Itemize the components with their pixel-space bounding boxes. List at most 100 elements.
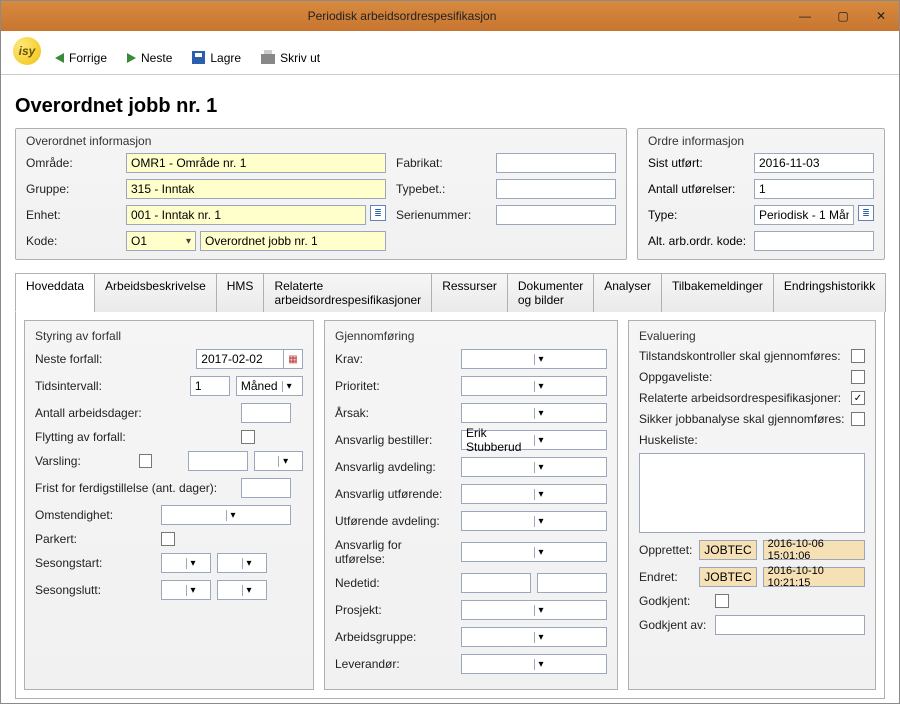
tab-arbeidsbeskrivelse[interactable]: Arbeidsbeskrivelse [94,273,217,312]
tab-hms[interactable]: HMS [216,273,265,312]
sesongstart-d[interactable]: ▾ [217,553,267,573]
sesongstart-label: Sesongstart: [35,556,155,570]
omrade-combo[interactable]: OMR1 - Område nr. 1 [126,153,386,173]
type-label: Type: [648,208,748,222]
gruppe-label: Gruppe: [26,182,116,196]
sesongslutt-label: Sesongslutt: [35,583,155,597]
calendar-icon[interactable]: ▦ [283,349,303,369]
huske-textarea[interactable] [639,453,865,533]
omst-combo[interactable]: ▾ [161,505,291,525]
antall-input[interactable] [754,179,874,199]
sesongstart-m[interactable]: ▾ [161,553,211,573]
overordnet-group: Overordnet informasjon Område: OMR1 - Om… [15,128,627,260]
prev-button[interactable]: Forrige [51,49,111,67]
frist-label: Frist for ferdigstillelse (ant. dager): [35,481,235,495]
tid-unit-combo[interactable]: Måned▾ [236,376,303,396]
enhet-label: Enhet: [26,208,116,222]
ordre-legend: Ordre informasjon [648,134,874,148]
enhet-lookup-icon[interactable]: ≣ [370,205,386,221]
maximize-button[interactable]: ▢ [833,9,853,23]
typebet-label: Typebet.: [396,182,486,196]
arsak-label: Årsak: [335,406,455,420]
serienr-input[interactable] [496,205,616,225]
ans-avd-label: Ansvarlig avdeling: [335,460,455,474]
arbgrp-combo[interactable]: ▾ [461,627,607,647]
utf-avd-combo[interactable]: ▾ [461,511,607,531]
neste-input[interactable] [196,349,284,369]
tab-endringshistorikk[interactable]: Endringshistorikk [773,273,886,312]
tab-analyser[interactable]: Analyser [593,273,662,312]
titlebar: Periodisk arbeidsordrespesifikasjon — ▢ … [1,1,899,31]
eval-panel: Evaluering Tilstandskontroller skal gjen… [628,320,876,690]
sikker-checkbox[interactable] [851,412,865,426]
typebet-input[interactable] [496,179,616,199]
antall-arb-input[interactable] [241,403,291,423]
arrow-right-icon [127,53,136,63]
prioritet-combo[interactable]: ▾ [461,376,607,396]
enhet-combo[interactable]: 001 - Inntak nr. 1 [126,205,366,225]
sikker-label: Sikker jobbanalyse skal gjennomføres: [639,412,845,426]
krav-combo[interactable]: ▾ [461,349,607,369]
gruppe-combo[interactable]: 315 - Inntak [126,179,386,199]
toolbar: Forrige Neste Lagre Skriv ut [1,41,899,75]
styring-legend: Styring av forfall [35,329,303,343]
antall-arb-label: Antall arbeidsdager: [35,406,235,420]
tab-hoveddata[interactable]: Hoveddata [15,273,95,312]
tab-strip: Hoveddata Arbeidsbeskrivelse HMS Relater… [15,272,885,312]
print-icon [261,54,275,64]
sesongslutt-d[interactable]: ▾ [217,580,267,600]
kode-combo[interactable]: O1▾ [126,231,196,251]
arsak-combo[interactable]: ▾ [461,403,607,423]
minimize-button[interactable]: — [795,9,815,23]
varsling-num[interactable] [188,451,248,471]
relat-checkbox[interactable]: ✓ [851,391,865,405]
window-title: Periodisk arbeidsordrespesifikasjon [9,9,795,23]
opprettet-label: Opprettet: [639,543,693,557]
kode-label: Kode: [26,234,116,248]
ans-utf-combo[interactable]: ▾ [461,484,607,504]
relat-label: Relaterte arbeidsordrespesifikasjoner: [639,391,845,405]
godkjent-av-input[interactable] [715,615,865,635]
ans-avd-combo[interactable]: ▾ [461,457,607,477]
tab-dokumenter[interactable]: Dokumenter og bilder [507,273,594,312]
type-lookup-icon[interactable]: ≣ [858,205,874,221]
save-button[interactable]: Lagre [188,49,245,67]
fabrikat-label: Fabrikat: [396,156,486,170]
close-button[interactable]: ✕ [871,9,891,23]
tab-ressurser[interactable]: Ressurser [431,273,508,312]
godkjent-label: Godkjent: [639,594,709,608]
neste-label: Neste forfall: [35,352,190,366]
flytting-checkbox[interactable] [241,430,255,444]
opprettet-user: JOBTEC [699,540,756,560]
prosjekt-combo[interactable]: ▾ [461,600,607,620]
varsling-checkbox[interactable] [139,454,153,468]
oppgave-checkbox[interactable] [851,370,865,384]
ans-best-combo[interactable]: Erik Stubberud▾ [461,430,607,450]
arbgrp-label: Arbeidsgruppe: [335,630,455,644]
print-button[interactable]: Skriv ut [257,49,324,67]
nedetid-m[interactable] [537,573,607,593]
varsling-unit[interactable]: ▾ [254,451,303,471]
arrow-left-icon [55,53,64,63]
huske-label: Huskeliste: [639,433,865,447]
kode-desc[interactable] [200,231,386,251]
sist-input[interactable] [754,153,874,173]
parkert-checkbox[interactable] [161,532,175,546]
prioritet-label: Prioritet: [335,379,455,393]
sesongslutt-m[interactable]: ▾ [161,580,211,600]
ans-for-combo[interactable]: ▾ [461,542,607,562]
type-input[interactable] [754,205,854,225]
alt-label: Alt. arb.ordr. kode: [648,234,748,248]
next-button[interactable]: Neste [123,49,176,67]
flytting-label: Flytting av forfall: [35,430,235,444]
frist-input[interactable] [241,478,291,498]
alt-input[interactable] [754,231,874,251]
fabrikat-input[interactable] [496,153,616,173]
tab-tilbakemeldinger[interactable]: Tilbakemeldinger [661,273,774,312]
lev-combo[interactable]: ▾ [461,654,607,674]
tilstand-checkbox[interactable] [851,349,865,363]
tab-relaterte[interactable]: Relaterte arbeidsordrespesifikasjoner [263,273,432,312]
nedetid-h[interactable] [461,573,531,593]
godkjent-checkbox[interactable] [715,594,729,608]
tid-num-input[interactable] [190,376,230,396]
